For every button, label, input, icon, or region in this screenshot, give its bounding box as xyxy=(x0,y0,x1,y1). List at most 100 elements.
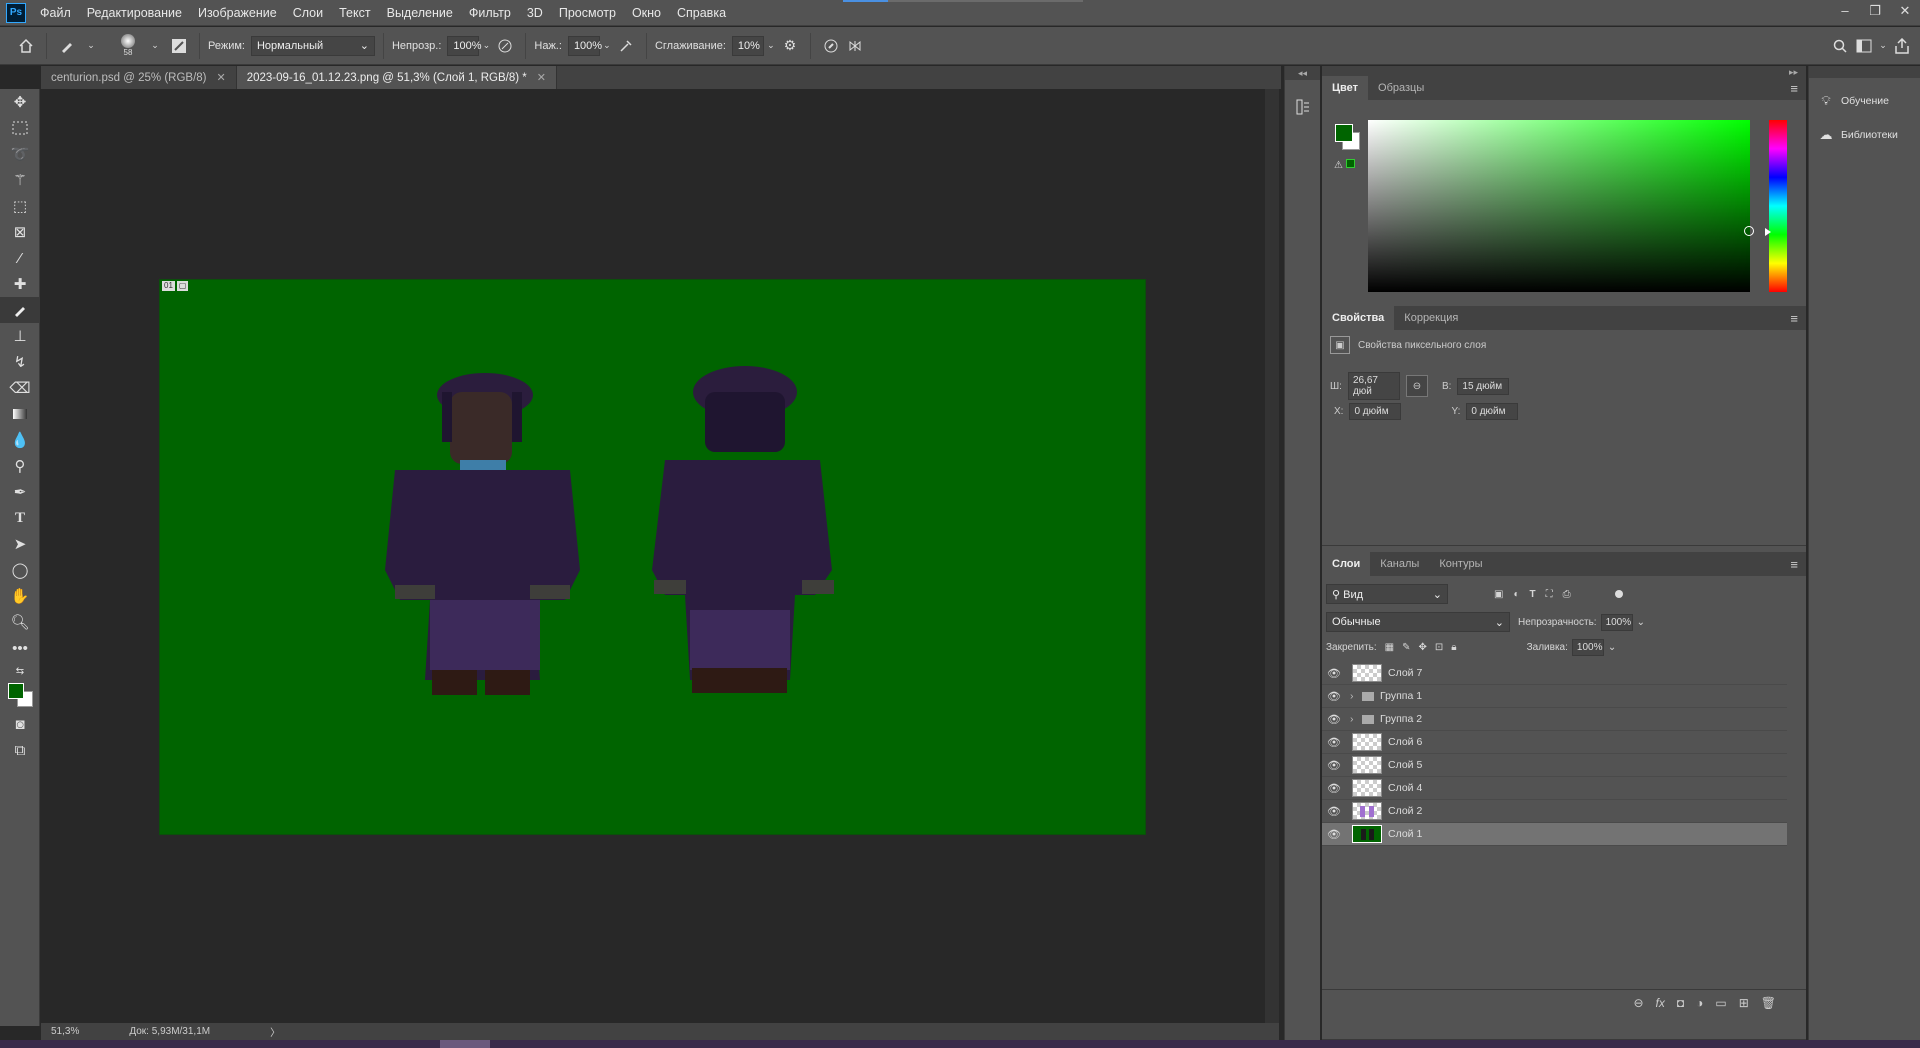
restore-button[interactable]: ❐ xyxy=(1860,0,1890,24)
layer-group-row[interactable]: 👁︎ › Группа 2 xyxy=(1322,708,1787,731)
quick-mask-icon[interactable]: ◙ xyxy=(0,711,40,737)
menu-3d[interactable]: 3D xyxy=(519,6,551,20)
chevron-down-icon[interactable]: ⌄ xyxy=(600,34,614,58)
blur-tool-icon[interactable]: 💧 xyxy=(0,427,40,453)
link-layers-icon[interactable]: ⊖ xyxy=(1633,996,1643,1010)
ellipse-tool-icon[interactable]: ◯ xyxy=(0,557,40,583)
brush-size-picker[interactable]: 58 xyxy=(113,34,143,58)
tab-swatches[interactable]: Образцы xyxy=(1368,76,1434,100)
filter-type-icon[interactable]: T xyxy=(1530,589,1536,600)
menu-view[interactable]: Просмотр xyxy=(551,6,624,20)
hue-slider-handle[interactable] xyxy=(1765,228,1771,236)
chevron-down-icon[interactable]: ⌄ xyxy=(1637,617,1645,628)
filter-toggle-icon[interactable] xyxy=(1614,590,1623,598)
share-icon[interactable] xyxy=(1890,34,1914,58)
layer-row-selected[interactable]: 👁︎ Слой 1 xyxy=(1322,823,1787,846)
filter-adjustment-icon[interactable]: ◐ xyxy=(1513,589,1519,600)
dodge-tool-icon[interactable]: ⚲ xyxy=(0,453,40,479)
layer-opacity-input[interactable]: 100% xyxy=(1600,613,1633,631)
panel-menu-icon[interactable]: ≡ xyxy=(1790,557,1798,572)
history-panel-icon[interactable] xyxy=(1291,95,1315,119)
eraser-tool-icon[interactable]: ⌫ xyxy=(0,375,40,401)
history-brush-tool-icon[interactable]: ↯ xyxy=(0,349,40,375)
minimize-button[interactable]: – xyxy=(1830,0,1860,24)
tab-adjustments[interactable]: Коррекция xyxy=(1394,306,1468,330)
document-canvas[interactable]: 01 ▢ xyxy=(159,279,1146,835)
filter-shape-icon[interactable]: ⛶ xyxy=(1546,589,1553,600)
lock-artboard-icon[interactable]: ⊡ xyxy=(1435,642,1443,653)
lock-pixels-icon[interactable]: ✎ xyxy=(1402,642,1410,653)
brush-settings-panel-icon[interactable] xyxy=(167,34,191,58)
height-input[interactable]: 15 дюйм xyxy=(1457,377,1510,395)
color-picker-cursor[interactable] xyxy=(1744,226,1754,236)
layer-name[interactable]: Группа 1 xyxy=(1380,690,1422,702)
move-tool-icon[interactable]: ✥ xyxy=(0,89,40,115)
layer-name[interactable]: Слой 6 xyxy=(1388,736,1422,748)
fx-icon[interactable]: fx xyxy=(1656,996,1665,1010)
zoom-tool-icon[interactable]: 🔍︎ xyxy=(0,609,40,635)
flow-input[interactable]: 100% xyxy=(567,35,602,56)
lock-position-icon[interactable]: ✥ xyxy=(1419,642,1427,653)
libraries-button[interactable]: ☁ Библиотеки xyxy=(1809,118,1920,152)
chevron-down-icon[interactable]: ⌄ xyxy=(1608,642,1616,653)
healing-brush-tool-icon[interactable]: ✚ xyxy=(0,271,40,297)
layer-row[interactable]: 👁︎ Слой 6 xyxy=(1322,731,1787,754)
lasso-tool-icon[interactable]: ➰ xyxy=(0,141,40,167)
layer-row[interactable]: 👁︎ Слой 7 xyxy=(1322,662,1787,685)
new-group-icon[interactable]: ▭ xyxy=(1715,996,1726,1010)
layer-name[interactable]: Слой 5 xyxy=(1388,759,1422,771)
clone-stamp-tool-icon[interactable]: ⊥ xyxy=(0,323,40,349)
new-adjustment-icon[interactable]: ◑ xyxy=(1696,996,1703,1010)
menu-type[interactable]: Текст xyxy=(331,6,378,20)
color-swatches[interactable] xyxy=(0,681,40,711)
filter-smart-object-icon[interactable]: ⎙ xyxy=(1563,589,1571,600)
width-input[interactable]: 26,67 дюй xyxy=(1347,372,1400,400)
learn-button[interactable]: 💡︎ Обучение xyxy=(1809,84,1920,118)
layer-row[interactable]: 👁︎ Слой 5 xyxy=(1322,754,1787,777)
crop-tool-icon[interactable]: ⊠ xyxy=(0,219,40,245)
chevron-right-icon[interactable]: › xyxy=(1350,713,1362,725)
chevron-down-icon[interactable]: ⌄ xyxy=(1876,34,1890,58)
fill-input[interactable]: 100% xyxy=(1571,639,1604,656)
home-icon[interactable] xyxy=(14,34,38,58)
menu-edit[interactable]: Редактирование xyxy=(79,6,190,20)
layer-name[interactable]: Группа 2 xyxy=(1380,713,1422,725)
search-icon[interactable] xyxy=(1828,34,1852,58)
delete-layer-icon[interactable]: 🗑︎ xyxy=(1761,996,1776,1010)
hand-tool-icon[interactable]: ✋ xyxy=(0,583,40,609)
visibility-eye-icon[interactable]: 👁︎ xyxy=(1322,759,1346,772)
link-icon[interactable]: ⊖ xyxy=(1405,375,1428,397)
gradient-tool-icon[interactable] xyxy=(0,401,40,427)
tab-properties[interactable]: Свойства xyxy=(1322,306,1395,330)
layer-row[interactable]: 👁︎ Слой 2 xyxy=(1322,800,1787,823)
eyedropper-tool-icon[interactable]: ⁄ xyxy=(0,245,40,271)
pen-tool-icon[interactable]: ✒ xyxy=(0,479,40,505)
zoom-level[interactable]: 51,3% xyxy=(51,1026,79,1037)
menu-filter[interactable]: Фильтр xyxy=(461,6,519,20)
menu-help[interactable]: Справка xyxy=(669,6,734,20)
collapse-arrows-icon[interactable]: ◂◂ xyxy=(1285,66,1320,80)
visibility-eye-icon[interactable]: 👁︎ xyxy=(1322,736,1346,749)
layer-row[interactable]: 👁︎ Слой 4 xyxy=(1322,777,1787,800)
more-tools-icon[interactable]: ••• xyxy=(0,635,40,661)
pressure-size-icon[interactable] xyxy=(819,34,843,58)
lock-transparent-icon[interactable]: ▦ xyxy=(1385,642,1394,653)
mode-select[interactable]: Нормальный ⌄ xyxy=(250,35,375,56)
tab-centurion[interactable]: centurion.psd @ 25% (RGB/8) ✕ xyxy=(41,66,237,89)
marquee-tool-icon[interactable] xyxy=(0,115,40,141)
visibility-eye-icon[interactable]: 👁︎ xyxy=(1322,805,1346,818)
hue-slider[interactable] xyxy=(1765,120,1787,292)
layer-name[interactable]: Слой 4 xyxy=(1388,782,1422,794)
chevron-down-icon[interactable]: ⌄ xyxy=(79,34,103,58)
type-tool-icon[interactable]: T xyxy=(0,505,40,531)
color-picker-field[interactable] xyxy=(1368,120,1754,292)
tab-layers[interactable]: Слои xyxy=(1322,552,1371,576)
brush-tool-preset-icon[interactable] xyxy=(55,34,79,58)
layer-name[interactable]: Слой 2 xyxy=(1388,805,1422,817)
tab-channels[interactable]: Каналы xyxy=(1370,552,1429,576)
chevron-down-icon[interactable]: ⌄ xyxy=(764,34,778,58)
pressure-opacity-icon[interactable] xyxy=(493,34,517,58)
close-window-button[interactable]: ✕ xyxy=(1890,0,1920,24)
close-icon[interactable]: ✕ xyxy=(537,71,546,84)
foreground-color-swatch[interactable] xyxy=(8,683,24,699)
